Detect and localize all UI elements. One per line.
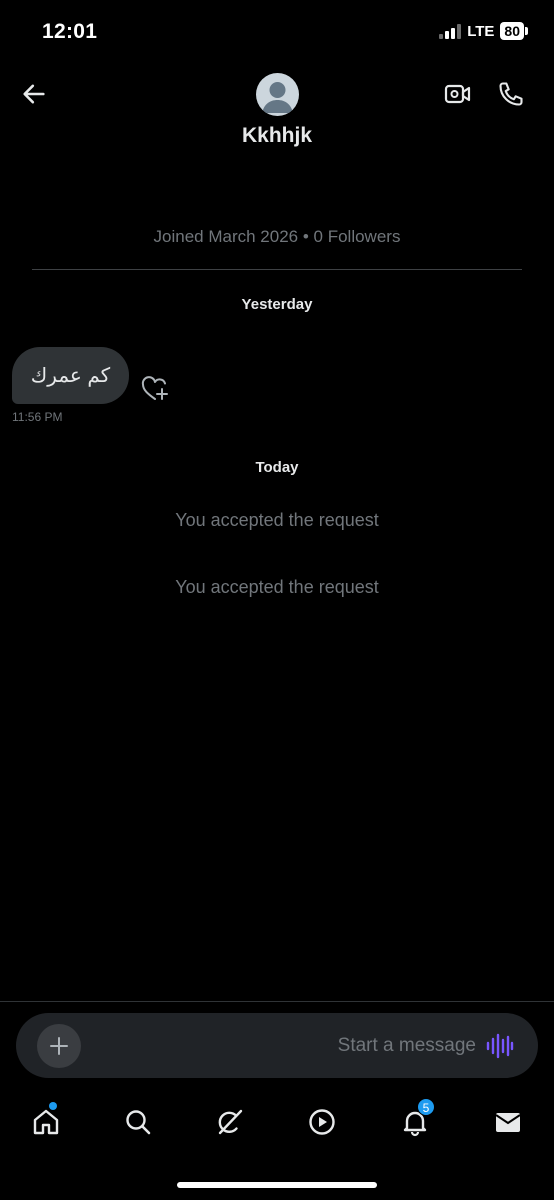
voice-call-button[interactable]: [494, 77, 528, 111]
video-call-button[interactable]: [441, 77, 475, 111]
add-reaction-button[interactable]: [139, 373, 171, 405]
tab-grok[interactable]: [208, 1100, 252, 1144]
mail-icon: [495, 1113, 521, 1132]
message-composer: [16, 1013, 538, 1078]
status-bar: 12:01 LTE 80: [0, 0, 554, 66]
message-timestamp: 11:56 PM: [12, 410, 63, 424]
search-icon: [126, 1110, 151, 1135]
date-separator-today: Today: [255, 459, 299, 476]
composer-divider: [0, 1001, 554, 1002]
avatar[interactable]: [256, 73, 299, 116]
tab-search[interactable]: [116, 1100, 160, 1144]
conversation-header: Kkhhjk: [0, 66, 554, 166]
back-button[interactable]: [16, 76, 52, 112]
signal-icon: [439, 23, 462, 39]
divider: [32, 269, 522, 270]
video-camera-icon: [444, 84, 471, 104]
home-icon: [33, 1109, 59, 1135]
battery-icon: 80: [500, 22, 528, 40]
plus-icon: [50, 1037, 68, 1055]
avatar-placeholder: [262, 82, 293, 113]
bottom-tab-bar: 5: [0, 1092, 554, 1154]
home-indicator[interactable]: [177, 1182, 377, 1188]
dm-conversation-screen: 12:01 LTE 80 Kkhhjk Joined March 2026 • …: [0, 0, 554, 1200]
tab-messages[interactable]: [486, 1100, 530, 1144]
back-arrow-icon: [23, 84, 45, 104]
battery-level: 80: [500, 22, 524, 40]
home-new-dot: [49, 1102, 57, 1110]
tab-home[interactable]: [24, 1100, 68, 1144]
status-indicators: LTE 80: [439, 22, 528, 40]
grok-icon: [218, 1109, 243, 1135]
add-media-button[interactable]: [37, 1024, 81, 1068]
play-icon: [309, 1109, 335, 1135]
profile-joined-info: Joined March 2026 • 0 Followers: [153, 227, 401, 246]
tab-video[interactable]: [300, 1100, 344, 1144]
system-message: You accepted the request: [175, 510, 379, 530]
system-message: You accepted the request: [175, 577, 379, 597]
status-time: 12:01: [42, 20, 98, 43]
notifications-count-badge: 5: [417, 1098, 435, 1116]
conversation-username[interactable]: Kkhhjk: [0, 124, 554, 148]
tab-notifications[interactable]: 5: [393, 1098, 437, 1144]
date-separator-yesterday: Yesterday: [241, 296, 313, 313]
heart-plus-icon: [141, 376, 168, 400]
voice-message-button[interactable]: [482, 1029, 516, 1063]
network-type: LTE: [467, 22, 495, 40]
message-bubble[interactable]: كم عمرك: [12, 347, 129, 404]
message-input[interactable]: [96, 1023, 476, 1068]
voice-wave-icon: [486, 1033, 514, 1059]
phone-icon: [499, 82, 523, 106]
